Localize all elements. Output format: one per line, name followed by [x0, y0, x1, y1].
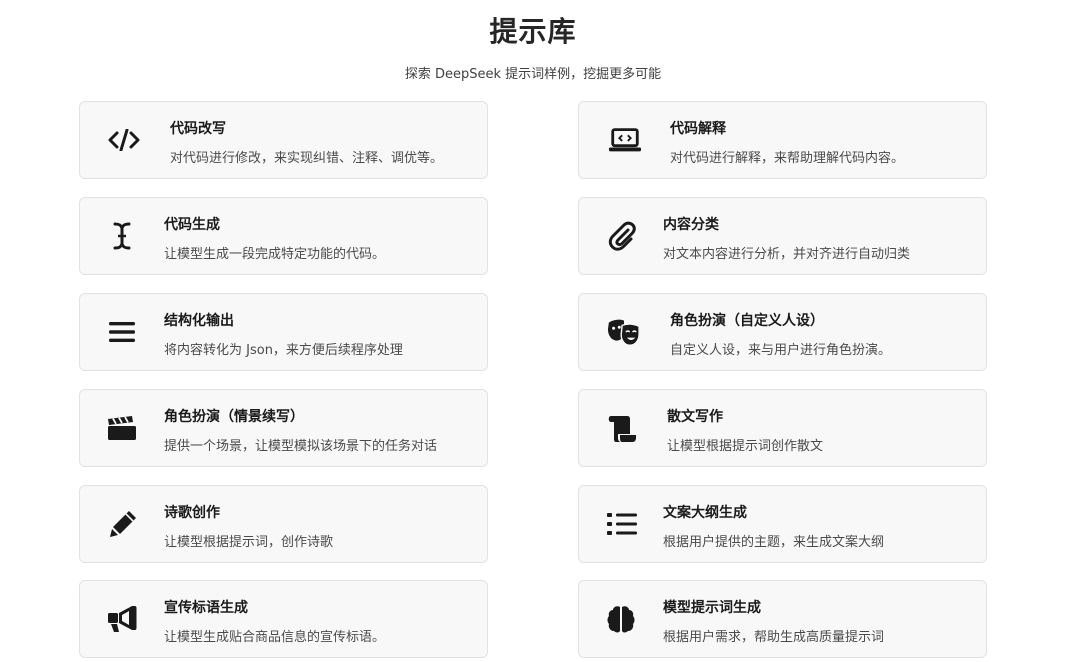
card-description: 对代码进行解释，来帮助理解代码内容。	[670, 151, 905, 166]
brain-icon	[604, 602, 638, 636]
card-description: 让模型生成一段完成特定功能的代码。	[164, 247, 386, 262]
bars-icon	[105, 315, 139, 349]
scroll-icon	[605, 411, 639, 445]
card-title: 角色扮演（自定义人设）	[670, 313, 824, 329]
card-description: 让模型生成贴合商品信息的宣传标语。	[164, 630, 386, 645]
masks-theater-icon	[607, 315, 641, 349]
paperclip-icon	[605, 219, 639, 253]
bullhorn-icon	[105, 602, 139, 636]
card-title: 结构化输出	[164, 313, 234, 329]
prompt-card-code-explain[interactable]: 代码解释 对代码进行解释，来帮助理解代码内容。	[578, 101, 987, 179]
prompt-card-roleplay-scene[interactable]: 角色扮演（情景续写） 提供一个场景，让模型模拟该场景下的任务对话	[79, 389, 488, 467]
card-description: 自定义人设，来与用户进行角色扮演。	[670, 343, 892, 358]
text-cursor-icon	[105, 219, 139, 253]
laptop-code-icon	[608, 123, 642, 157]
clapperboard-icon	[105, 411, 139, 445]
card-description: 对文本内容进行分析，并对齐进行自动归类	[663, 247, 911, 262]
list-icon	[605, 507, 639, 541]
prompt-card-copy-outline[interactable]: 文案大纲生成 根据用户提供的主题，来生成文案大纲	[578, 485, 987, 563]
card-description: 将内容转化为 Json，来方便后续程序处理	[164, 343, 403, 358]
card-description: 根据用户需求，帮助生成高质量提示词	[663, 630, 885, 645]
card-title: 宣传标语生成	[164, 600, 248, 616]
card-description: 提供一个场景，让模型模拟该场景下的任务对话	[164, 439, 438, 454]
prompt-card-poetry[interactable]: 诗歌创作 让模型根据提示词，创作诗歌	[79, 485, 488, 563]
page-subtitle: 探索 DeepSeek 提示词样例，挖掘更多可能	[404, 67, 662, 82]
pencil-icon	[106, 507, 140, 541]
card-description: 让模型根据提示词，创作诗歌	[164, 535, 334, 550]
card-title: 散文写作	[667, 409, 723, 425]
card-title: 代码改写	[170, 121, 226, 137]
card-title: 代码解释	[670, 121, 726, 137]
prompt-card-structured-output[interactable]: 结构化输出 将内容转化为 Json，来方便后续程序处理	[79, 293, 488, 371]
prompt-card-code-generate[interactable]: 代码生成 让模型生成一段完成特定功能的代码。	[79, 197, 488, 275]
prompt-card-prose-writing[interactable]: 散文写作 让模型根据提示词创作散文	[578, 389, 987, 467]
card-title: 模型提示词生成	[663, 600, 761, 616]
prompt-card-roleplay-custom[interactable]: 角色扮演（自定义人设） 自定义人设，来与用户进行角色扮演。	[578, 293, 987, 371]
card-title: 角色扮演（情景续写）	[164, 409, 304, 425]
prompt-card-content-classify[interactable]: 内容分类 对文本内容进行分析，并对齐进行自动归类	[578, 197, 987, 275]
card-title: 内容分类	[663, 217, 719, 233]
card-description: 对代码进行修改，来实现纠错、注释、调优等。	[170, 151, 444, 166]
prompt-card-prompt-generate[interactable]: 模型提示词生成 根据用户需求，帮助生成高质量提示词	[578, 580, 987, 658]
page-title: 提示库	[489, 15, 577, 48]
card-title: 代码生成	[164, 217, 220, 233]
prompt-card-code-rewrite[interactable]: 代码改写 对代码进行修改，来实现纠错、注释、调优等。	[79, 101, 488, 179]
card-title: 文案大纲生成	[663, 505, 747, 521]
code-icon	[107, 123, 141, 157]
card-description: 让模型根据提示词创作散文	[667, 439, 824, 454]
card-description: 根据用户提供的主题，来生成文案大纲	[663, 535, 885, 550]
prompt-card-slogan[interactable]: 宣传标语生成 让模型生成贴合商品信息的宣传标语。	[79, 580, 488, 658]
card-title: 诗歌创作	[164, 505, 220, 521]
